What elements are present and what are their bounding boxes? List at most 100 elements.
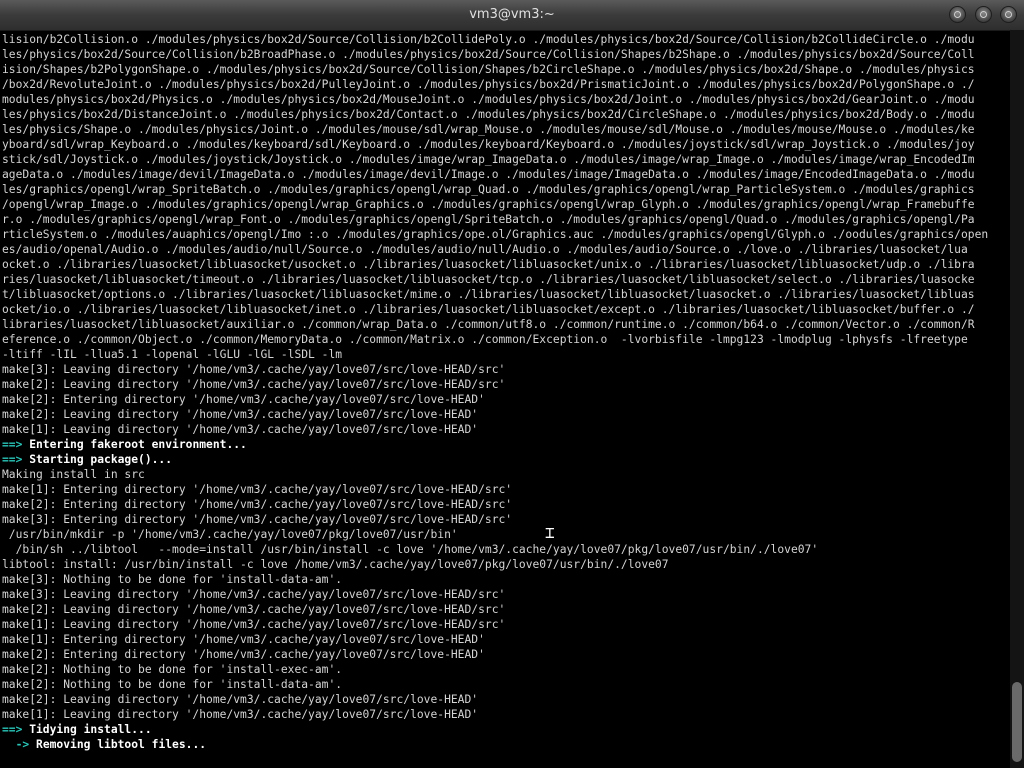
prompt-arrow: ==> [2,438,23,451]
line-text: ocket.o ./libraries/luasocket/libluasock… [2,258,975,271]
line-text: make[1]: Leaving directory '/home/vm3/.c… [2,618,506,631]
line-text: /box2d/RevoluteJoint.o ./modules/physics… [2,78,975,91]
line-text: /bin/sh ../libtool --mode=install /usr/b… [2,543,819,556]
terminal-line: ==> Starting package()... [2,452,1010,467]
terminal-line: r.o ./modules/graphics/opengl/wrap_Font.… [2,212,1010,227]
minimize-icon[interactable] [949,6,966,23]
line-text: modules/physics/box2d/Physics.o ./module… [2,93,975,106]
line-text: make[2]: Entering directory '/home/vm3/.… [2,498,513,511]
terminal-line: eference.o ./common/Object.o ./common/Me… [2,332,1010,347]
line-text: libtool: install: /usr/bin/install -c lo… [2,558,669,571]
terminal-line: les/graphics/opengl/wrap_SpriteBatch.o .… [2,182,1010,197]
terminal-line: make[2]: Entering directory '/home/vm3/.… [2,392,1010,407]
terminal-line: les/physics/Shape.o ./modules/physics/Jo… [2,122,1010,137]
line-text: Removing libtool files... [29,738,207,751]
terminal-line: make[2]: Entering directory '/home/vm3/.… [2,647,1010,662]
line-text: les/physics/box2d/Source/Collision/b2Bro… [2,48,975,61]
line-text: les/physics/Shape.o ./modules/physics/Jo… [2,123,975,136]
terminal-line: make[1]: Leaving directory '/home/vm3/.c… [2,422,1010,437]
line-text: /usr/bin/mkdir -p '/home/vm3/.cache/yay/… [2,528,458,541]
terminal-line: es/audio/openal/Audio.o ./modules/audio/… [2,242,1010,257]
terminal-line: les/physics/box2d/Source/Collision/b2Bro… [2,47,1010,62]
terminal-line: ageData.o ./modules/image/devil/ImageDat… [2,167,1010,182]
terminal-line: make[3]: Entering directory '/home/vm3/.… [2,512,1010,527]
line-text: yboard/sdl/wrap_Keyboard.o ./modules/key… [2,138,975,151]
prompt-arrow: -> [2,738,30,751]
line-text: ries/luasocket/libluasocket/timeout.o ./… [2,273,975,286]
line-text: ocket/io.o ./libraries/luasocket/libluas… [2,303,975,316]
maximize-icon[interactable] [975,6,992,23]
scrollbar-thumb[interactable] [1012,682,1022,762]
line-text: ageData.o ./modules/image/devil/ImageDat… [2,168,975,181]
line-text: make[2]: Leaving directory '/home/vm3/.c… [2,603,506,616]
line-text: make[3]: Entering directory '/home/vm3/.… [2,513,513,526]
line-text: make[2]: Entering directory '/home/vm3/.… [2,393,485,406]
line-text: Tidying install... [22,723,152,736]
line-text: make[1]: Entering directory '/home/vm3/.… [2,483,513,496]
line-text: lision/b2Collision.o ./modules/physics/b… [2,33,975,46]
line-text: make[2]: Entering directory '/home/vm3/.… [2,648,485,661]
terminal-line: make[1]: Entering directory '/home/vm3/.… [2,632,1010,647]
line-text: make[3]: Nothing to be done for 'install… [2,573,343,586]
window-titlebar[interactable]: vm3@vm3:~ [0,0,1024,31]
line-text: /opengl/wrap_Image.o ./modules/graphics/… [2,198,975,211]
terminal-line: stick/sdl/Joystick.o ./modules/joystick/… [2,152,1010,167]
prompt-arrow: ==> [2,723,23,736]
prompt-arrow: ==> [2,453,23,466]
terminal-line: Making install in src [2,467,1010,482]
line-text: make[3]: Leaving directory '/home/vm3/.c… [2,363,506,376]
terminal-line: -> Removing libtool files... [2,737,1010,752]
terminal-output[interactable]: lision/b2Collision.o ./modules/physics/b… [0,30,1010,768]
terminal-scrollbar[interactable] [1010,30,1024,768]
terminal-line: /box2d/RevoluteJoint.o ./modules/physics… [2,77,1010,92]
line-text: eference.o ./common/Object.o ./common/Me… [2,333,968,346]
terminal-line: make[3]: Nothing to be done for 'install… [2,572,1010,587]
window-title: vm3@vm3:~ [469,7,555,22]
line-text: t/libluasocket/options.o ./libraries/lua… [2,288,975,301]
line-text: make[1]: Leaving directory '/home/vm3/.c… [2,423,479,436]
text-cursor-icon: ⌶ [545,523,555,542]
terminal-line: ries/luasocket/libluasocket/timeout.o ./… [2,272,1010,287]
terminal-line: /bin/sh ../libtool --mode=install /usr/b… [2,542,1010,557]
terminal-line: t/libluasocket/options.o ./libraries/lua… [2,287,1010,302]
line-text: make[2]: Leaving directory '/home/vm3/.c… [2,408,479,421]
line-text: make[1]: Leaving directory '/home/vm3/.c… [2,708,479,721]
terminal-line: make[1]: Leaving directory '/home/vm3/.c… [2,707,1010,722]
terminal-line: ocket/io.o ./libraries/luasocket/libluas… [2,302,1010,317]
terminal-line: make[2]: Nothing to be done for 'install… [2,662,1010,677]
terminal-line: ==> Entering fakeroot environment... [2,437,1010,452]
line-text: stick/sdl/Joystick.o ./modules/joystick/… [2,153,975,166]
terminal-line: make[3]: Leaving directory '/home/vm3/.c… [2,362,1010,377]
terminal-line: ision/Shapes/b2PolygonShape.o ./modules/… [2,62,1010,77]
terminal-line: -ltiff -lIL -llua5.1 -lopenal -lGLU -lGL… [2,347,1010,362]
line-text: ision/Shapes/b2PolygonShape.o ./modules/… [2,63,975,76]
line-text: Making install in src [2,468,145,481]
terminal-line: /usr/bin/mkdir -p '/home/vm3/.cache/yay/… [2,527,1010,542]
line-text: make[2]: Nothing to be done for 'install… [2,663,343,676]
terminal-line: rticleSystem.o ./modules/auaphics/opengl… [2,227,1010,242]
line-text: les/graphics/opengl/wrap_SpriteBatch.o .… [2,183,975,196]
close-icon[interactable] [1000,6,1017,23]
terminal-line: ocket.o ./libraries/luasocket/libluasock… [2,257,1010,272]
line-text: make[2]: Leaving directory '/home/vm3/.c… [2,693,479,706]
terminal-line: lision/b2Collision.o ./modules/physics/b… [2,32,1010,47]
terminal-line: make[2]: Leaving directory '/home/vm3/.c… [2,602,1010,617]
line-text: make[3]: Leaving directory '/home/vm3/.c… [2,588,506,601]
terminal-line: make[3]: Leaving directory '/home/vm3/.c… [2,587,1010,602]
terminal-line: modules/physics/box2d/Physics.o ./module… [2,92,1010,107]
terminal-line: ==> Tidying install... [2,722,1010,737]
terminal-line: make[2]: Leaving directory '/home/vm3/.c… [2,377,1010,392]
line-text: make[2]: Nothing to be done for 'install… [2,678,343,691]
line-text: rticleSystem.o ./modules/auaphics/opengl… [2,228,989,241]
line-text: make[2]: Leaving directory '/home/vm3/.c… [2,378,506,391]
line-text: -ltiff -lIL -llua5.1 -lopenal -lGLU -lGL… [2,348,343,361]
line-text: Entering fakeroot environment... [22,438,247,451]
terminal-line: make[1]: Entering directory '/home/vm3/.… [2,482,1010,497]
line-text: les/physics/box2d/DistanceJoint.o ./modu… [2,108,975,121]
terminal-line: les/physics/box2d/DistanceJoint.o ./modu… [2,107,1010,122]
line-text: libraries/luasocket/libluasocket/auxilia… [2,318,975,331]
terminal-line: yboard/sdl/wrap_Keyboard.o ./modules/key… [2,137,1010,152]
line-text: make[1]: Entering directory '/home/vm3/.… [2,633,485,646]
terminal-line: make[1]: Leaving directory '/home/vm3/.c… [2,617,1010,632]
terminal-line: make[2]: Leaving directory '/home/vm3/.c… [2,692,1010,707]
